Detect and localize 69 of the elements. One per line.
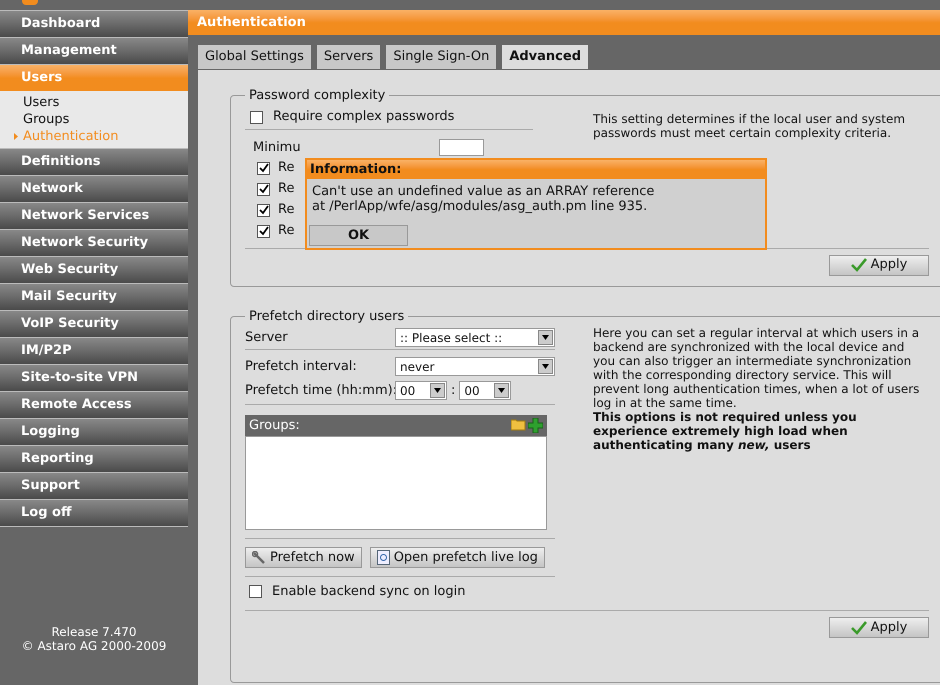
sidebar-item[interactable]: Logging: [0, 418, 188, 445]
arrow-icon: [14, 133, 18, 140]
hour-select[interactable]: 00: [395, 381, 447, 400]
copyright-text: © Astaro AG 2000-2009: [22, 639, 166, 653]
checkmark-icon: [850, 620, 867, 634]
sidebar-item[interactable]: Reporting: [0, 445, 188, 472]
sidebar-item[interactable]: IM/P2P: [0, 337, 188, 364]
checkbox[interactable]: [257, 162, 270, 174]
checkbox[interactable]: [250, 110, 263, 124]
sidebar-item[interactable]: VoIP Security: [0, 310, 188, 337]
release-text: Release 7.470: [51, 625, 137, 639]
checkbox-label: Require complex passwords: [273, 108, 454, 126]
folder-icon[interactable]: [511, 418, 526, 431]
sidebar-item[interactable]: Web Security: [0, 256, 188, 283]
page-title: Authentication: [188, 10, 940, 35]
tab[interactable]: Advanced: [502, 45, 588, 69]
logo-icon: [22, 0, 38, 5]
tab[interactable]: Single Sign-On: [386, 45, 496, 69]
field-label: Server: [245, 328, 289, 347]
tab[interactable]: Servers: [316, 45, 380, 69]
open-log-button[interactable]: Open prefetch live log: [370, 547, 545, 568]
help-text: Here you can set a regular interval at which users in a backend are synchronized with the local device and you can also trigger an intermediate synchronization with the corresponding directory service. This will prevent long authentication times, when a lot of users log in at the same time.: [593, 326, 920, 410]
sidebar-subitem[interactable]: Users: [23, 92, 60, 112]
help-text: This setting determines if the local user and system passwords must meet certain complexity criteria.: [593, 110, 906, 140]
sidebar-item[interactable]: Management: [0, 37, 188, 64]
sidebar-item[interactable]: Network Services: [0, 202, 188, 229]
sidebar-item[interactable]: Site-to-site VPN: [0, 364, 188, 391]
dialog-title: Information:: [307, 160, 765, 179]
dialog-message: Can't use an undefined value as an ARRAY reference: [312, 184, 656, 199]
checkbox[interactable]: [249, 585, 262, 598]
dialog-message: at /PerlApp/wfe/asg/modules/asg_auth.pm line 935.: [312, 199, 648, 214]
groups-label: Groups:: [249, 416, 300, 435]
field-label: Prefetch interval:: [245, 358, 358, 376]
sidebar-subitem[interactable]: Groups: [23, 110, 70, 130]
sidebar-item[interactable]: Network Security: [0, 229, 188, 256]
interval-select[interactable]: never: [395, 357, 555, 376]
checkbox-label: Re: [278, 201, 294, 220]
field-label: Prefetch time (hh:mm):: [245, 382, 395, 400]
checkmark-icon: [850, 258, 867, 272]
sidebar-item[interactable]: Dashboard: [0, 10, 188, 37]
checkbox[interactable]: [257, 224, 270, 238]
checkbox-label: Enable backend sync on login: [272, 582, 466, 601]
time-separator: :: [450, 382, 456, 400]
tab[interactable]: Global Settings: [198, 45, 311, 69]
checkbox-label: Re: [278, 222, 294, 240]
checkbox-label: Re: [278, 180, 294, 198]
sidebar-item[interactable]: Definitions: [0, 148, 188, 175]
server-select[interactable]: :: Please select ::: [395, 328, 555, 347]
checkbox[interactable]: [257, 204, 270, 216]
warning-text: This options is not required unless you experience extremely high load when authenticating many new, users: [593, 410, 858, 452]
document-icon: [376, 550, 390, 565]
wrench-icon: [252, 550, 266, 564]
sidebar-item[interactable]: Support: [0, 472, 188, 499]
checkbox-label: Re: [278, 159, 294, 178]
apply-button[interactable]: Apply: [829, 617, 929, 638]
sidebar-item[interactable]: Remote Access: [0, 391, 188, 418]
groups-list[interactable]: [245, 436, 547, 530]
section-legend: Password complexity: [249, 86, 386, 106]
section-legend: Prefetch directory users: [249, 306, 404, 326]
prefetch-now-button[interactable]: Prefetch now: [245, 547, 362, 568]
ok-button[interactable]: OK: [309, 225, 408, 246]
checkbox[interactable]: [257, 182, 270, 196]
apply-button[interactable]: Apply: [829, 254, 929, 276]
sidebar-item[interactable]: Network: [0, 175, 188, 202]
sidebar-item[interactable]: Mail Security: [0, 283, 188, 310]
input-field[interactable]: [438, 139, 484, 156]
sidebar-item[interactable]: Log off: [0, 499, 188, 526]
minute-select[interactable]: 00: [459, 381, 512, 400]
field-label: Minimu: [253, 138, 301, 157]
